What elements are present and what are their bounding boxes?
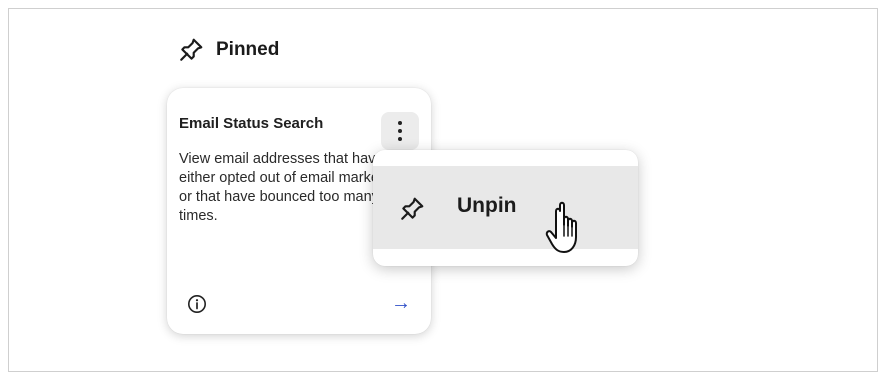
kebab-dot (398, 129, 402, 133)
menu-item-label: Unpin (457, 194, 517, 217)
info-icon[interactable] (187, 294, 207, 314)
card-title: Email Status Search (179, 115, 324, 132)
kebab-dot (398, 137, 402, 141)
hand-pointer-icon (545, 201, 577, 253)
card-menu-button[interactable] (381, 112, 419, 150)
pin-icon (401, 197, 424, 220)
open-arrow-icon[interactable]: → (391, 292, 411, 314)
menu-item-unpin[interactable]: Unpin (373, 166, 638, 253)
pin-icon (180, 38, 203, 61)
pinned-section-header: Pinned (178, 37, 279, 63)
card-context-menu: Unpin (373, 150, 638, 266)
kebab-dot (398, 121, 402, 125)
section-title: Pinned (216, 39, 280, 60)
